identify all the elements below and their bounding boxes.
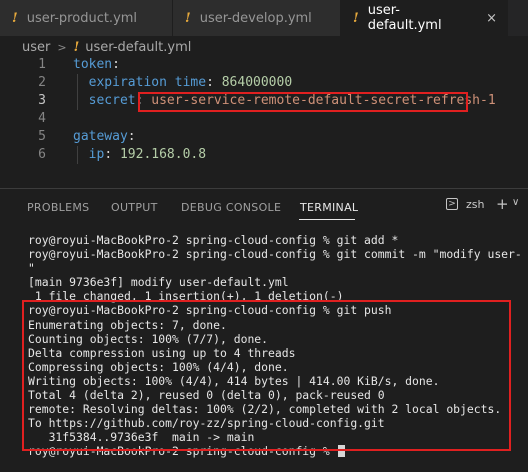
- yaml-value: 192.168.0.8: [119, 147, 207, 162]
- tab-user-default[interactable]: ! user-default.yml ×: [341, 0, 508, 36]
- yaml-key: ip: [88, 147, 105, 162]
- yaml-exclamation-icon: !: [353, 10, 359, 26]
- tab-label: user-develop.yml: [199, 10, 312, 26]
- secret-highlight-box: [138, 92, 468, 112]
- yaml-key: expiration time: [88, 75, 207, 90]
- line-number: 1: [38, 57, 46, 72]
- code-line: 2 expiration time: 864000000: [0, 74, 528, 92]
- code-editor[interactable]: 1 token: 2 expiration time: 864000000 3 …: [0, 56, 528, 176]
- tab-label: user-default.yml: [367, 3, 442, 33]
- plus-icon[interactable]: +: [496, 195, 509, 213]
- chevron-right-icon: >: [57, 40, 67, 54]
- terminal-line: roy@royui-MacBookPro-2 spring-cloud-conf…: [28, 247, 522, 262]
- tab-output[interactable]: OUTPUT: [111, 201, 158, 214]
- line-number: 4: [38, 111, 46, 126]
- breadcrumb-folder[interactable]: user: [22, 40, 50, 55]
- breadcrumb-file[interactable]: user-default.yml: [85, 40, 191, 55]
- tab-label: user-product.yml: [26, 10, 138, 26]
- shell-name[interactable]: zsh: [466, 198, 484, 211]
- line-number: 2: [38, 75, 46, 90]
- code-line: 1 token:: [0, 56, 528, 74]
- line-number: 5: [38, 129, 46, 144]
- tab-problems[interactable]: PROBLEMS: [27, 201, 89, 214]
- yaml-exclamation-icon: !: [185, 10, 191, 26]
- tab-user-product[interactable]: ! user-product.yml: [0, 0, 173, 36]
- yaml-key: secret: [88, 93, 136, 108]
- tab-user-develop[interactable]: ! user-develop.yml: [173, 0, 341, 36]
- terminal-line: roy@royui-MacBookPro-2 spring-cloud-conf…: [28, 233, 399, 247]
- terminal-shell-icon[interactable]: >: [446, 198, 458, 210]
- yaml-exclamation-icon: !: [73, 39, 80, 55]
- yaml-key: token: [73, 57, 113, 72]
- code-line: 6 ip: 192.168.0.8: [0, 146, 528, 164]
- close-icon[interactable]: ×: [486, 11, 497, 26]
- code-line: 5 gateway:: [0, 128, 528, 146]
- push-output-highlight-box: [22, 300, 511, 451]
- tab-debug-console[interactable]: DEBUG CONSOLE: [181, 201, 281, 214]
- line-number: 6: [38, 147, 46, 162]
- tab-terminal[interactable]: TERMINAL: [300, 201, 358, 214]
- terminal-line: [main 9736e3f] modify user-default.yml: [28, 275, 289, 290]
- code-line: 4: [0, 110, 528, 128]
- terminal-line: ": [28, 261, 35, 276]
- yaml-value: 864000000: [221, 75, 293, 90]
- panel-tab-bar: PROBLEMS OUTPUT DEBUG CONSOLE TERMINAL >…: [0, 189, 528, 225]
- line-number: 3: [38, 93, 46, 108]
- breadcrumb: user > ! user-default.yml: [22, 38, 191, 56]
- yaml-key: gateway: [73, 129, 128, 144]
- yaml-exclamation-icon: !: [12, 10, 18, 26]
- active-tab-indicator: [299, 219, 355, 220]
- chevron-down-icon[interactable]: ∨: [512, 197, 519, 208]
- editor-tab-bar: ! user-product.yml ! user-develop.yml ! …: [0, 0, 528, 36]
